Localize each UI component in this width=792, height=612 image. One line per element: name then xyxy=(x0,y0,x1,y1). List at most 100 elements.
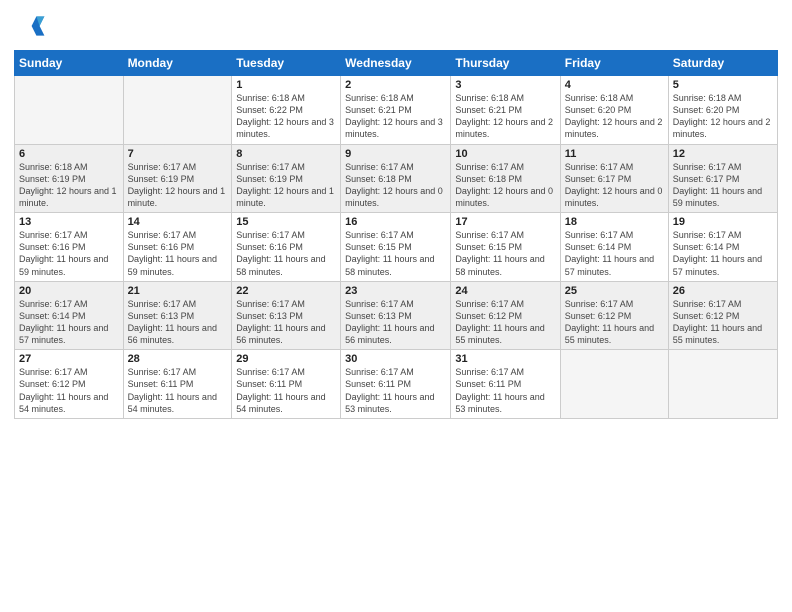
day-info: Sunrise: 6:17 AM Sunset: 6:13 PM Dayligh… xyxy=(128,298,228,347)
calendar-cell: 28Sunrise: 6:17 AM Sunset: 6:11 PM Dayli… xyxy=(123,350,232,419)
calendar-cell: 10Sunrise: 6:17 AM Sunset: 6:18 PM Dayli… xyxy=(451,144,560,213)
day-info: Sunrise: 6:17 AM Sunset: 6:12 PM Dayligh… xyxy=(565,298,664,347)
col-header-thursday: Thursday xyxy=(451,51,560,76)
calendar-cell: 25Sunrise: 6:17 AM Sunset: 6:12 PM Dayli… xyxy=(560,281,668,350)
day-info: Sunrise: 6:17 AM Sunset: 6:16 PM Dayligh… xyxy=(128,229,228,278)
day-number: 22 xyxy=(236,285,336,297)
day-info: Sunrise: 6:17 AM Sunset: 6:18 PM Dayligh… xyxy=(345,161,446,210)
day-info: Sunrise: 6:17 AM Sunset: 6:12 PM Dayligh… xyxy=(19,366,119,415)
day-info: Sunrise: 6:18 AM Sunset: 6:20 PM Dayligh… xyxy=(565,92,664,141)
day-number: 11 xyxy=(565,148,664,160)
calendar-cell xyxy=(668,350,777,419)
calendar-cell: 22Sunrise: 6:17 AM Sunset: 6:13 PM Dayli… xyxy=(232,281,341,350)
day-number: 26 xyxy=(673,285,773,297)
header xyxy=(14,10,778,42)
day-info: Sunrise: 6:17 AM Sunset: 6:17 PM Dayligh… xyxy=(673,161,773,210)
day-info: Sunrise: 6:18 AM Sunset: 6:20 PM Dayligh… xyxy=(673,92,773,141)
day-info: Sunrise: 6:17 AM Sunset: 6:11 PM Dayligh… xyxy=(236,366,336,415)
calendar-week-row: 13 Sunrise: 6:17 AM Sunset: 6:16 PM Dayli… xyxy=(15,213,778,282)
day-number: 13 xyxy=(19,216,119,228)
day-number: 3 xyxy=(455,79,555,91)
calendar-week-row: 6Sunrise: 6:18 AM Sunset: 6:19 PM Daylig… xyxy=(15,144,778,213)
day-number: 29 xyxy=(236,353,336,365)
calendar-cell: 6Sunrise: 6:18 AM Sunset: 6:19 PM Daylig… xyxy=(15,144,124,213)
calendar-cell: 11Sunrise: 6:17 AM Sunset: 6:17 PM Dayli… xyxy=(560,144,668,213)
day-info: Sunrise: 6:17 AM Sunset: 6:13 PM Dayligh… xyxy=(236,298,336,347)
calendar-cell: 5Sunrise: 6:18 AM Sunset: 6:20 PM Daylig… xyxy=(668,76,777,145)
calendar-week-row: 20Sunrise: 6:17 AM Sunset: 6:14 PM Dayli… xyxy=(15,281,778,350)
calendar-cell: 4Sunrise: 6:18 AM Sunset: 6:20 PM Daylig… xyxy=(560,76,668,145)
calendar-cell: 13Sunrise: 6:17 AM Sunset: 6:16 PM Dayli… xyxy=(15,213,124,282)
day-number: 15 xyxy=(236,216,336,228)
day-number: 4 xyxy=(565,79,664,91)
day-info: Sunrise: 6:17 AM Sunset: 6:15 PM Dayligh… xyxy=(455,229,555,278)
calendar-cell: 7Sunrise: 6:17 AM Sunset: 6:19 PM Daylig… xyxy=(123,144,232,213)
calendar-cell: 1Sunrise: 6:18 AM Sunset: 6:22 PM Daylig… xyxy=(232,76,341,145)
calendar-header-row: SundayMondayTuesdayWednesdayThursdayFrid… xyxy=(15,51,778,76)
calendar-cell: 24Sunrise: 6:17 AM Sunset: 6:12 PM Dayli… xyxy=(451,281,560,350)
calendar-cell: 20Sunrise: 6:17 AM Sunset: 6:14 PM Dayli… xyxy=(15,281,124,350)
calendar-cell: 14Sunrise: 6:17 AM Sunset: 6:16 PM Dayli… xyxy=(123,213,232,282)
calendar-cell xyxy=(560,350,668,419)
day-number: 28 xyxy=(128,353,228,365)
day-info: Sunrise: 6:17 AM Sunset: 6:14 PM Dayligh… xyxy=(565,229,664,278)
day-number: 24 xyxy=(455,285,555,297)
calendar-cell xyxy=(15,76,124,145)
calendar-cell xyxy=(123,76,232,145)
day-info: Sunrise: 6:18 AM Sunset: 6:22 PM Dayligh… xyxy=(236,92,336,141)
day-number: 12 xyxy=(673,148,773,160)
day-info: Sunrise: 6:17 AM Sunset: 6:11 PM Dayligh… xyxy=(128,366,228,415)
day-number: 16 xyxy=(345,216,446,228)
day-number: 1 xyxy=(236,79,336,91)
calendar-cell: 9Sunrise: 6:17 AM Sunset: 6:18 PM Daylig… xyxy=(341,144,451,213)
day-info: Sunrise: 6:17 AM Sunset: 6:11 PM Dayligh… xyxy=(455,366,555,415)
day-number: 8 xyxy=(236,148,336,160)
calendar-cell: 8Sunrise: 6:17 AM Sunset: 6:19 PM Daylig… xyxy=(232,144,341,213)
day-info: Sunrise: 6:18 AM Sunset: 6:21 PM Dayligh… xyxy=(345,92,446,141)
col-header-wednesday: Wednesday xyxy=(341,51,451,76)
calendar-cell: 19Sunrise: 6:17 AM Sunset: 6:14 PM Dayli… xyxy=(668,213,777,282)
day-info: Sunrise: 6:17 AM Sunset: 6:14 PM Dayligh… xyxy=(673,229,773,278)
day-info: Sunrise: 6:17 AM Sunset: 6:19 PM Dayligh… xyxy=(236,161,336,210)
calendar-cell: 16Sunrise: 6:17 AM Sunset: 6:15 PM Dayli… xyxy=(341,213,451,282)
calendar-cell: 2Sunrise: 6:18 AM Sunset: 6:21 PM Daylig… xyxy=(341,76,451,145)
day-info: Sunrise: 6:17 AM Sunset: 6:16 PM Dayligh… xyxy=(236,229,336,278)
day-number: 10 xyxy=(455,148,555,160)
calendar-table: SundayMondayTuesdayWednesdayThursdayFrid… xyxy=(14,50,778,419)
day-number: 5 xyxy=(673,79,773,91)
day-number: 6 xyxy=(19,148,119,160)
calendar-cell: 18Sunrise: 6:17 AM Sunset: 6:14 PM Dayli… xyxy=(560,213,668,282)
day-info: Sunrise: 6:17 AM Sunset: 6:14 PM Dayligh… xyxy=(19,298,119,347)
day-number: 9 xyxy=(345,148,446,160)
day-info: Sunrise: 6:17 AM Sunset: 6:19 PM Dayligh… xyxy=(128,161,228,210)
calendar-week-row: 1Sunrise: 6:18 AM Sunset: 6:22 PM Daylig… xyxy=(15,76,778,145)
col-header-saturday: Saturday xyxy=(668,51,777,76)
col-header-monday: Monday xyxy=(123,51,232,76)
day-info: Sunrise: 6:17 AM Sunset: 6:15 PM Dayligh… xyxy=(345,229,446,278)
logo-icon xyxy=(14,10,46,42)
calendar-cell: 26Sunrise: 6:17 AM Sunset: 6:12 PM Dayli… xyxy=(668,281,777,350)
calendar-cell: 31Sunrise: 6:17 AM Sunset: 6:11 PM Dayli… xyxy=(451,350,560,419)
day-number: 25 xyxy=(565,285,664,297)
calendar-cell: 21Sunrise: 6:17 AM Sunset: 6:13 PM Dayli… xyxy=(123,281,232,350)
day-number: 31 xyxy=(455,353,555,365)
day-number: 7 xyxy=(128,148,228,160)
logo xyxy=(14,10,50,42)
day-info: Sunrise: 6:17 AM Sunset: 6:18 PM Dayligh… xyxy=(455,161,555,210)
day-number: 17 xyxy=(455,216,555,228)
day-info: Sunrise: 6:17 AM Sunset: 6:12 PM Dayligh… xyxy=(455,298,555,347)
day-info: Sunrise: 6:17 AM Sunset: 6:12 PM Dayligh… xyxy=(673,298,773,347)
day-number: 18 xyxy=(565,216,664,228)
calendar-week-row: 27Sunrise: 6:17 AM Sunset: 6:12 PM Dayli… xyxy=(15,350,778,419)
day-info: Sunrise: 6:17 AM Sunset: 6:13 PM Dayligh… xyxy=(345,298,446,347)
calendar-cell: 23Sunrise: 6:17 AM Sunset: 6:13 PM Dayli… xyxy=(341,281,451,350)
day-number: 14 xyxy=(128,216,228,228)
calendar-cell: 30Sunrise: 6:17 AM Sunset: 6:11 PM Dayli… xyxy=(341,350,451,419)
calendar-cell: 29Sunrise: 6:17 AM Sunset: 6:11 PM Dayli… xyxy=(232,350,341,419)
day-number: 30 xyxy=(345,353,446,365)
day-number: 19 xyxy=(673,216,773,228)
calendar-cell: 12Sunrise: 6:17 AM Sunset: 6:17 PM Dayli… xyxy=(668,144,777,213)
calendar-cell: 3Sunrise: 6:18 AM Sunset: 6:21 PM Daylig… xyxy=(451,76,560,145)
day-info: Sunrise: 6:18 AM Sunset: 6:19 PM Dayligh… xyxy=(19,161,119,210)
day-number: 27 xyxy=(19,353,119,365)
